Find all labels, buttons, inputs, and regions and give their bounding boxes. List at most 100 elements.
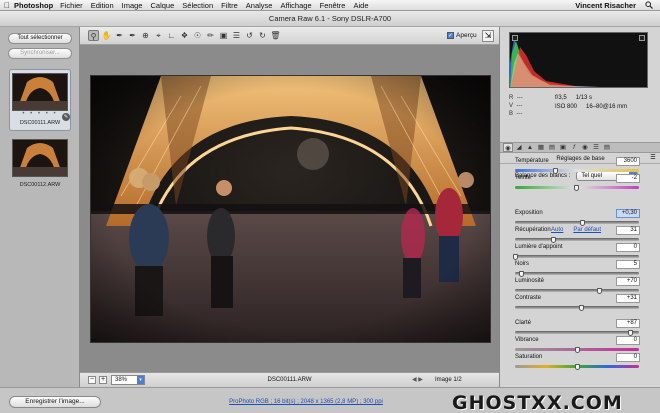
toolbar: ⚲ ✋ ✒ ✒ ⊕ ⌖ ∟ ❖ ☉ ✏ ▣ ☰ ↺ ↻ 🗑	[80, 27, 499, 45]
slider-0: Température 3600	[515, 157, 641, 175]
menu-aide[interactable]: Aide	[353, 1, 368, 10]
fullscreen-icon[interactable]: ⇲	[482, 30, 494, 42]
split-tone-icon[interactable]: ▤	[547, 143, 557, 152]
presets-icon[interactable]: ☰	[591, 143, 601, 152]
apple-icon[interactable]: 	[0, 1, 14, 10]
preview-toggle[interactable]: ✓ Aperçu	[447, 32, 477, 39]
hsl-icon[interactable]: ▦	[536, 143, 546, 152]
slider-value-field[interactable]: +87	[616, 319, 640, 328]
slider-track[interactable]	[515, 221, 639, 224]
image-canvas[interactable]	[80, 45, 499, 372]
slider-thumb[interactable]	[575, 347, 580, 353]
slider-value-field[interactable]: 0	[616, 336, 640, 345]
slider-track[interactable]	[515, 306, 639, 309]
synchronize-button[interactable]: Synchroniser...	[8, 48, 72, 59]
window-titlebar: Camera Raw 6.1 - Sony DSLR-A700	[0, 11, 660, 27]
preview-checkbox[interactable]: ✓	[447, 32, 454, 39]
slider-track[interactable]	[515, 238, 639, 241]
slider-value-field[interactable]: 0	[616, 243, 640, 252]
camera-raw-app:  Photoshop Fichier Edition Image Calque…	[0, 0, 660, 413]
user-name[interactable]: Vincent Risacher	[575, 1, 636, 10]
straighten-icon[interactable]: ∟	[166, 30, 177, 41]
red-eye-icon[interactable]: ☉	[192, 30, 203, 41]
slider-label: Vibrance	[515, 337, 539, 343]
hand-icon[interactable]: ✋	[101, 30, 112, 41]
slider-10: Saturation 0	[515, 353, 641, 371]
slider-thumb[interactable]	[519, 271, 525, 277]
slider-track[interactable]	[515, 169, 639, 172]
slider-thumb[interactable]	[551, 237, 557, 243]
snapshots-icon[interactable]: ▤	[602, 143, 612, 152]
rotate-cw-icon[interactable]: ↻	[257, 30, 268, 41]
filmstrip-item[interactable]: • • • • • DSC00111.ARW	[9, 69, 71, 131]
slider-1: Teinte -2	[515, 174, 641, 192]
slider-label: Clarté	[515, 320, 532, 326]
menu-app-name[interactable]: Photoshop	[14, 1, 53, 10]
lens-icon[interactable]: ▣	[558, 143, 568, 152]
rating-dots[interactable]: • • • • •	[10, 111, 70, 118]
spot-removal-icon[interactable]: ❖	[179, 30, 190, 41]
color-sampler-icon[interactable]: ✒	[127, 30, 138, 41]
thumbnail-caption: DSC00112.ARW	[19, 182, 61, 188]
menu-calque[interactable]: Calque	[150, 1, 174, 10]
slider-value-field[interactable]: +70	[616, 277, 640, 286]
slider-thumb[interactable]	[552, 168, 558, 174]
menu-selection[interactable]: Sélection	[182, 1, 213, 10]
highlight-clip-icon[interactable]	[639, 35, 645, 41]
slider-value-field[interactable]: 31	[616, 226, 640, 235]
menu-fichier[interactable]: Fichier	[60, 1, 83, 10]
preview-label: Aperçu	[456, 32, 477, 39]
basic-tab-aperture-icon[interactable]: ◉	[503, 143, 513, 152]
slider-value-field[interactable]: -2	[616, 174, 640, 183]
photo-preview[interactable]	[90, 75, 491, 343]
panel-menu-icon[interactable]: ☰	[649, 155, 657, 162]
camera-calibration-icon[interactable]: ◉	[580, 143, 590, 152]
thumbnail-caption: DSC00111.ARW	[19, 120, 61, 126]
shadow-clip-icon[interactable]	[512, 35, 518, 41]
rgb-value-b: ---	[516, 111, 523, 117]
slider-thumb[interactable]	[578, 305, 584, 311]
slider-thumb[interactable]	[575, 364, 580, 370]
menu-image[interactable]: Image	[122, 1, 143, 10]
menu-analyse[interactable]: Analyse	[246, 1, 273, 10]
slider-track[interactable]	[515, 289, 639, 292]
slider-label: Teinte	[515, 175, 532, 181]
spotlight-icon[interactable]	[644, 0, 654, 10]
preferences-icon[interactable]: ☰	[231, 30, 242, 41]
rgb-label-v: V	[509, 103, 514, 109]
crop-icon[interactable]: ⌖	[153, 30, 164, 41]
slider-label: Récupération	[515, 227, 551, 233]
zoom-icon[interactable]: ⚲	[88, 30, 99, 41]
detail-icon[interactable]: ▲	[525, 143, 535, 152]
target-adjust-icon[interactable]: ⊕	[140, 30, 151, 41]
select-all-button[interactable]: Tout sélectionner	[8, 33, 72, 44]
trash-icon[interactable]: 🗑	[270, 30, 281, 41]
slider-thumb[interactable]	[513, 254, 518, 260]
white-balance-icon[interactable]: ✒	[114, 30, 125, 41]
adjustment-brush-icon[interactable]: ✏	[205, 30, 216, 41]
tone-curve-icon[interactable]: ◢	[514, 143, 524, 152]
slider-value-field[interactable]: 0	[616, 353, 640, 362]
slider-value-field[interactable]: +0,30	[616, 209, 640, 218]
rotate-ccw-icon[interactable]: ↺	[244, 30, 255, 41]
slider-thumb[interactable]	[573, 185, 579, 191]
slider-value-field[interactable]: 5	[616, 260, 640, 269]
image-nav-arrows[interactable]: ◀ ▶	[412, 376, 423, 383]
menu-fenetre[interactable]: Fenêtre	[320, 1, 346, 10]
fx-icon[interactable]: f	[569, 143, 579, 152]
adjustments-panel: R --- V --- B --- f/3,5 1/13 s ISO 800 16–…	[499, 27, 660, 387]
menu-edition[interactable]: Edition	[91, 1, 114, 10]
slider-track[interactable]	[515, 272, 639, 275]
slider-value-field[interactable]: 3600	[616, 157, 640, 166]
menu-filtre[interactable]: Filtre	[221, 1, 238, 10]
aperture-value: f/3,5	[555, 95, 567, 101]
graduated-filter-icon[interactable]: ▣	[218, 30, 229, 41]
slider-thumb[interactable]	[597, 288, 603, 294]
slider-thumb[interactable]	[579, 220, 585, 226]
filmstrip-panel: Tout sélectionner Synchroniser... • • • …	[0, 27, 80, 387]
slider-track[interactable]	[515, 331, 639, 334]
filmstrip-item[interactable]: DSC00112.ARW	[9, 139, 71, 188]
menu-affichage[interactable]: Affichage	[280, 1, 311, 10]
slider-track[interactable]	[515, 255, 639, 258]
slider-value-field[interactable]: +31	[616, 294, 640, 303]
